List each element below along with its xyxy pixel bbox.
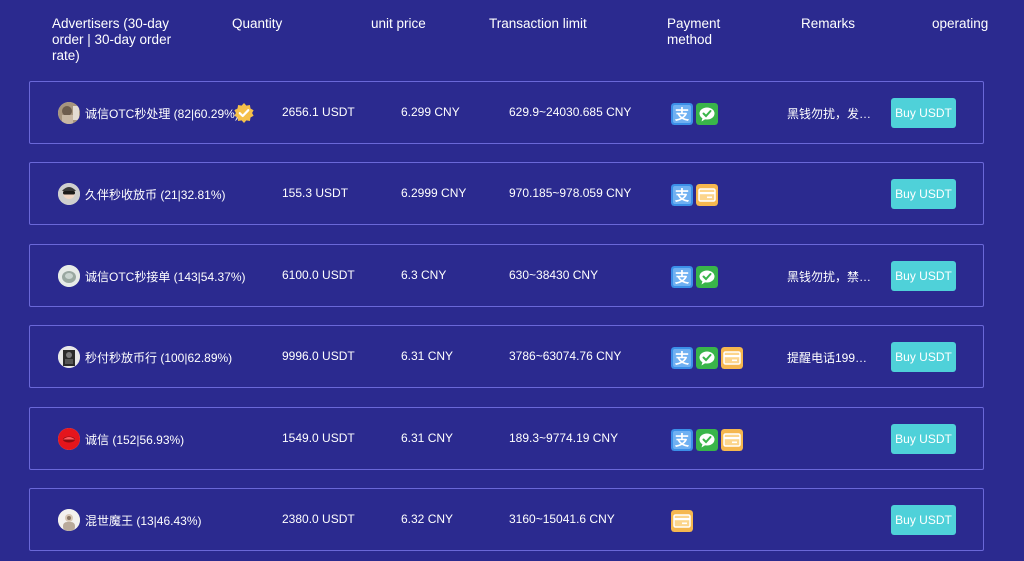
alipay-icon: 支 bbox=[671, 103, 693, 125]
bank-card-icon bbox=[721, 347, 743, 369]
payment-methods: 支 bbox=[671, 184, 718, 206]
table-row: 诚信 (152|56.93%) 1549.0 USDT 6.31 CNY 189… bbox=[29, 407, 984, 470]
table-row: 久伴秒收放币 (21|32.81%) 155.3 USDT 6.2999 CNY… bbox=[29, 162, 984, 225]
svg-text:支: 支 bbox=[674, 270, 690, 287]
wechat-pay-icon bbox=[696, 347, 718, 369]
transaction-limit: 3786~63074.76 CNY bbox=[509, 349, 622, 363]
table-row: 诚信OTC秒处理 (82|60.29%) 2656.1 USDT 6.299 C… bbox=[29, 81, 984, 144]
buy-usdt-button[interactable]: Buy USDT bbox=[891, 342, 956, 372]
svg-text:支: 支 bbox=[674, 433, 690, 450]
alipay-icon: 支 bbox=[671, 429, 693, 451]
remarks: 黑钱勿扰，发… bbox=[787, 107, 871, 121]
transaction-limit: 189.3~9774.19 CNY bbox=[509, 431, 619, 445]
buy-usdt-button[interactable]: Buy USDT bbox=[891, 179, 956, 209]
table-row: 混世魔王 (13|46.43%) 2380.0 USDT 6.32 CNY 31… bbox=[29, 488, 984, 551]
transaction-limit: 3160~15041.6 CNY bbox=[509, 512, 615, 526]
quantity: 2380.0 USDT bbox=[282, 512, 355, 526]
alipay-icon: 支 bbox=[671, 266, 693, 288]
payment-methods: 支 bbox=[671, 103, 718, 125]
quantity: 9996.0 USDT bbox=[282, 349, 355, 363]
advertiser-name[interactable]: 混世魔王 (13|46.43%) bbox=[85, 512, 202, 529]
quantity: 155.3 USDT bbox=[282, 186, 349, 200]
header-remarks: Remarks bbox=[801, 16, 856, 31]
bank-card-icon bbox=[696, 184, 718, 206]
buy-usdt-button[interactable]: Buy USDT bbox=[891, 98, 956, 128]
svg-text:支: 支 bbox=[674, 188, 690, 205]
unit-price: 6.31 CNY bbox=[401, 349, 454, 363]
avatar[interactable] bbox=[58, 265, 80, 287]
quantity: 6100.0 USDT bbox=[282, 268, 355, 282]
avatar[interactable] bbox=[58, 428, 80, 450]
unit-price: 6.299 CNY bbox=[401, 105, 460, 119]
header-operating: operating bbox=[932, 16, 989, 31]
advertiser-name[interactable]: 诚信 (152|56.93%) bbox=[85, 431, 184, 448]
avatar[interactable] bbox=[58, 102, 80, 124]
remarks: 黑钱勿扰，禁… bbox=[787, 270, 871, 284]
unit-price: 6.3 CNY bbox=[401, 268, 447, 282]
svg-text:支: 支 bbox=[674, 351, 690, 368]
buy-usdt-button[interactable]: Buy USDT bbox=[891, 424, 956, 454]
wechat-pay-icon bbox=[696, 429, 718, 451]
table-row: 秒付秒放币行 (100|62.89%) 9996.0 USDT 6.31 CNY… bbox=[29, 325, 984, 388]
remarks: 提醒电话199… bbox=[787, 351, 868, 365]
bank-card-icon bbox=[721, 429, 743, 451]
header-transaction-limit: Transaction limit bbox=[489, 16, 587, 31]
avatar[interactable] bbox=[58, 346, 80, 368]
bank-card-icon bbox=[671, 510, 693, 532]
advertiser-name[interactable]: 诚信OTC秒接单 (143|54.37%) bbox=[85, 268, 246, 285]
payment-methods bbox=[671, 510, 693, 532]
avatar[interactable] bbox=[58, 509, 80, 531]
header-unit-price: unit price bbox=[371, 16, 426, 31]
quantity: 1549.0 USDT bbox=[282, 431, 355, 445]
payment-methods: 支 bbox=[671, 347, 743, 369]
advertiser-name[interactable]: 久伴秒收放币 (21|32.81%) bbox=[85, 186, 226, 203]
header-payment-method: Payment method bbox=[667, 16, 721, 47]
table-header: Advertisers (30-day order | 30-day order… bbox=[0, 0, 1024, 80]
unit-price: 6.31 CNY bbox=[401, 431, 454, 445]
transaction-limit: 970.185~978.059 CNY bbox=[509, 186, 632, 200]
header-advertisers: Advertisers (30-day order | 30-day order… bbox=[52, 16, 172, 63]
unit-price: 6.32 CNY bbox=[401, 512, 454, 526]
verified-badge-icon bbox=[233, 102, 255, 124]
advertiser-name[interactable]: 诚信OTC秒处理 (82|60.29%) bbox=[85, 105, 239, 122]
alipay-icon: 支 bbox=[671, 184, 693, 206]
transaction-limit: 630~38430 CNY bbox=[509, 268, 599, 282]
alipay-icon: 支 bbox=[671, 347, 693, 369]
payment-methods: 支 bbox=[671, 429, 743, 451]
avatar[interactable] bbox=[58, 183, 80, 205]
wechat-pay-icon bbox=[696, 266, 718, 288]
table-row: 诚信OTC秒接单 (143|54.37%) 6100.0 USDT 6.3 CN… bbox=[29, 244, 984, 307]
unit-price: 6.2999 CNY bbox=[401, 186, 467, 200]
payment-methods: 支 bbox=[671, 266, 718, 288]
buy-usdt-button[interactable]: Buy USDT bbox=[891, 505, 956, 535]
advertiser-name[interactable]: 秒付秒放币行 (100|62.89%) bbox=[85, 349, 232, 366]
buy-usdt-button[interactable]: Buy USDT bbox=[891, 261, 956, 291]
quantity: 2656.1 USDT bbox=[282, 105, 355, 119]
wechat-pay-icon bbox=[696, 103, 718, 125]
transaction-limit: 629.9~24030.685 CNY bbox=[509, 105, 632, 119]
header-quantity: Quantity bbox=[232, 16, 283, 31]
svg-text:支: 支 bbox=[674, 107, 690, 124]
